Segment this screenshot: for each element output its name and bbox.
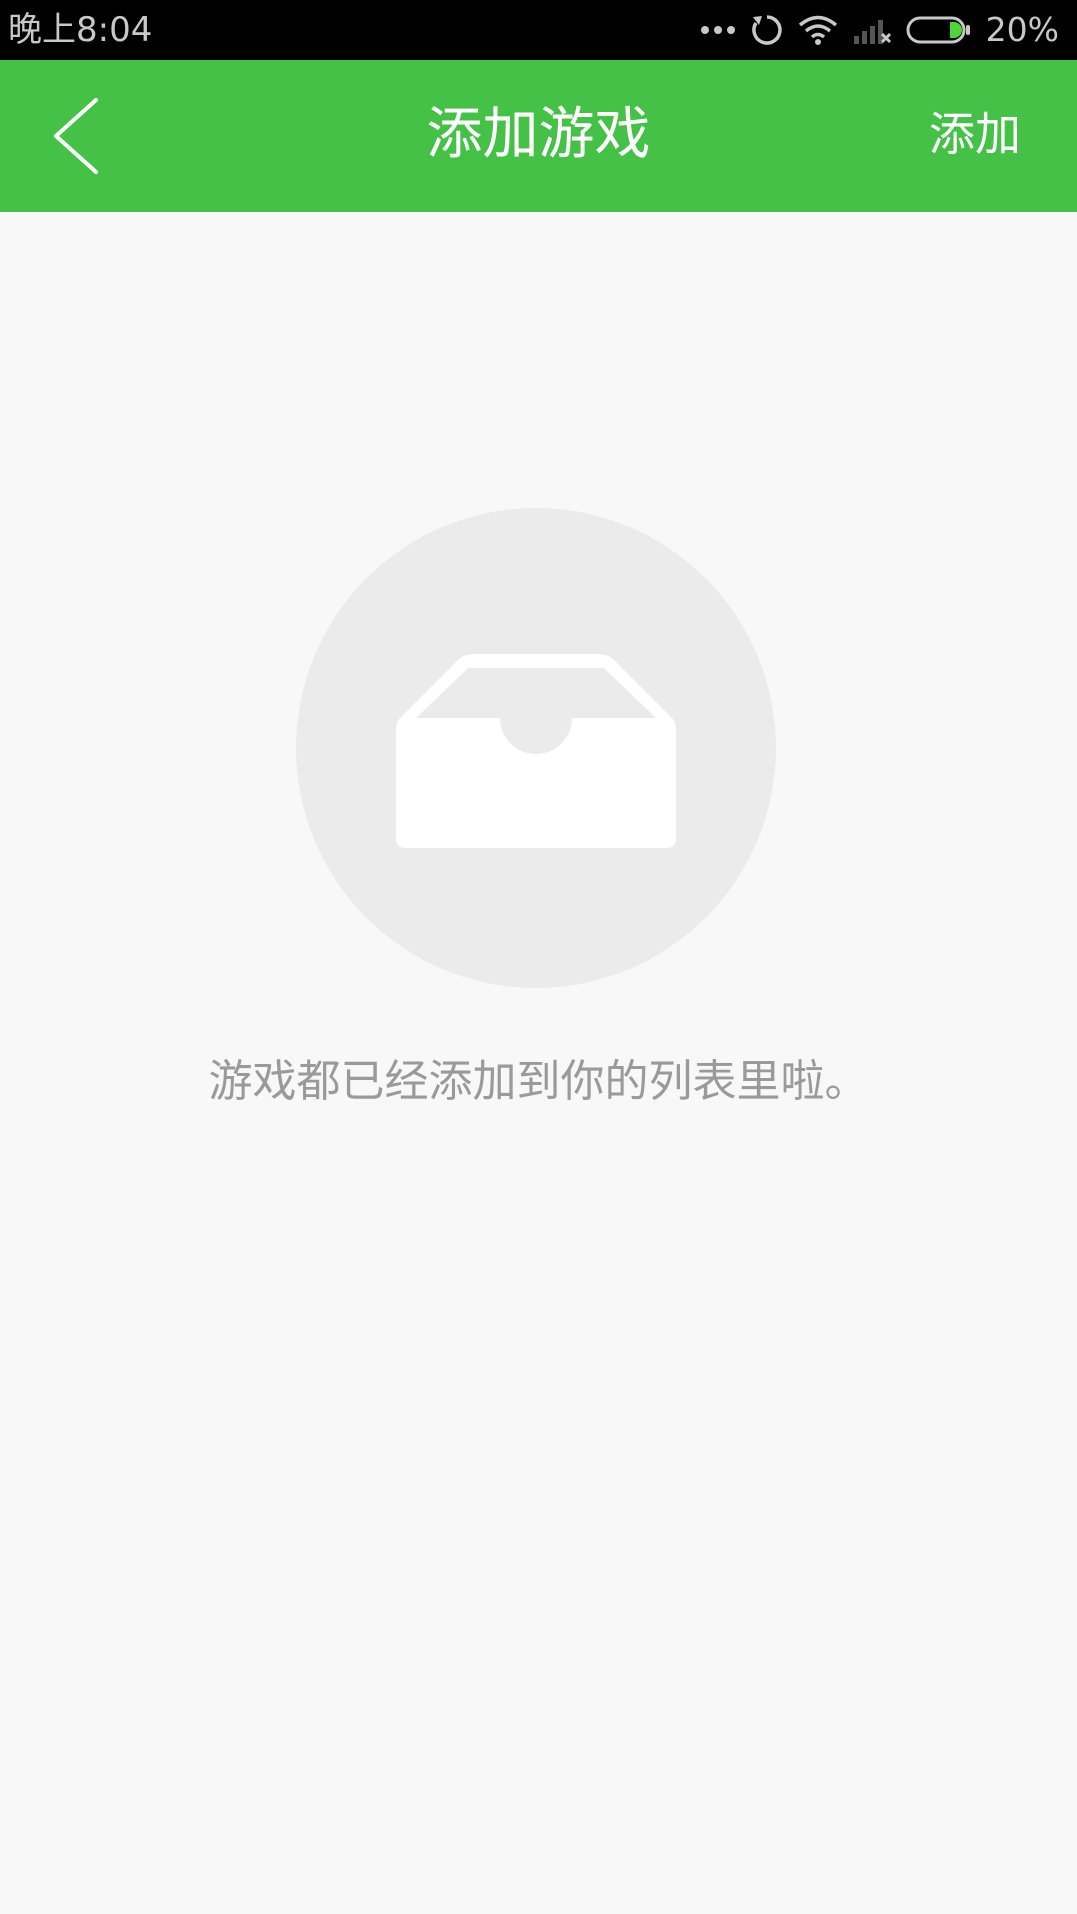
battery-icon (906, 15, 972, 45)
sync-icon (750, 13, 784, 47)
status-icons: 20% (700, 6, 1059, 54)
add-button[interactable]: 添加 (929, 104, 1021, 164)
empty-state-message: 游戏都已经添加到你的列表里啦。 (208, 1056, 869, 1107)
status-bar: 晚上8:04 20% (0, 0, 1077, 60)
empty-inbox-icon (396, 654, 676, 848)
more-dots-icon (700, 24, 736, 36)
battery-percent: 20% (985, 10, 1059, 49)
status-time: 晚上8:04 (8, 10, 153, 50)
app-bar: 添加游戏 添加 (0, 60, 1077, 212)
back-button[interactable] (44, 96, 114, 176)
empty-state-illustration (296, 508, 776, 988)
page-title: 添加游戏 (426, 102, 651, 167)
signal-no-service-icon (852, 14, 892, 46)
chevron-left-icon (54, 98, 98, 174)
wifi-icon (798, 14, 838, 46)
